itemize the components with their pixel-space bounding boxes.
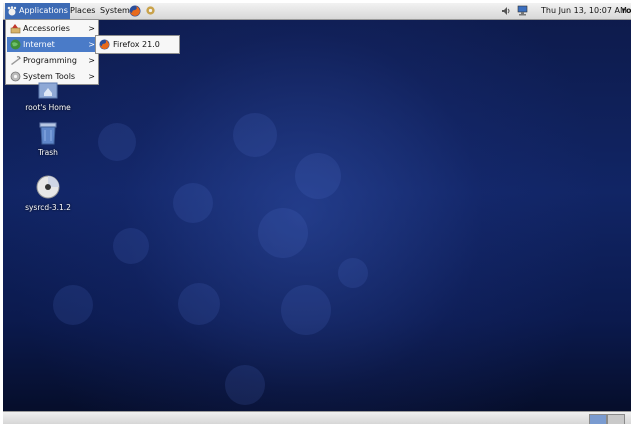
submenu-item-firefox[interactable]: Firefox 21.0 (96, 36, 179, 53)
menu-item-programming[interactable]: Programming > (7, 53, 97, 68)
background-bokeh (225, 365, 265, 405)
desktop-screen: Applications Places System Thu Jun 13, 1… (3, 3, 631, 424)
submenu-arrow-icon: > (88, 72, 95, 81)
background-bokeh (233, 113, 277, 157)
gnome-foot-icon (7, 6, 17, 16)
background-bokeh (178, 283, 220, 325)
clock[interactable]: Thu Jun 13, 10:07 AM (541, 3, 627, 19)
volume-icon[interactable] (501, 6, 511, 16)
submenu-arrow-icon: > (88, 56, 95, 65)
background-bokeh (173, 183, 213, 223)
submenu-arrow-icon: > (88, 40, 95, 49)
settings-icon[interactable] (145, 5, 156, 16)
background-bokeh (53, 285, 93, 325)
background-bokeh (338, 258, 368, 288)
desktop-icon-disc[interactable]: sysrcd-3.1.2 (13, 175, 83, 215)
background-bokeh (258, 208, 308, 258)
programming-icon (11, 56, 21, 65)
desktop-icon-label: Trash (38, 148, 58, 157)
user-menu[interactable]: root (622, 3, 631, 19)
trash-icon (39, 122, 57, 145)
menu-item-label: Accessories (23, 24, 70, 33)
workspace-2-button[interactable] (607, 414, 625, 424)
background-bokeh (98, 123, 136, 161)
network-icon[interactable] (517, 5, 528, 16)
desktop-icon-trash[interactable]: Trash (13, 121, 83, 157)
desktop-icon-label: sysrcd-3.1.2 (25, 203, 71, 212)
internet-icon (10, 39, 21, 50)
menu-item-internet[interactable]: Internet > (7, 37, 97, 52)
disc-icon (36, 175, 60, 199)
menu-item-accessories[interactable]: Accessories > (7, 21, 97, 36)
firefox-icon (99, 39, 110, 50)
applications-dropdown: Accessories > Internet > Programming > S… (5, 19, 99, 85)
submenu-arrow-icon: > (88, 24, 95, 33)
background-bokeh (281, 285, 331, 335)
workspace-1-button[interactable] (589, 414, 607, 424)
bottom-panel (3, 411, 631, 424)
applications-menu[interactable]: Applications (5, 3, 70, 19)
submenu-item-label: Firefox 21.0 (113, 40, 160, 49)
menu-item-label: Internet (23, 40, 55, 49)
background-bokeh (113, 228, 149, 264)
accessories-icon (10, 24, 21, 34)
system-menu[interactable]: System (98, 3, 132, 19)
background-bokeh (295, 153, 341, 199)
menu-item-label: Programming (23, 56, 77, 65)
places-menu[interactable]: Places (68, 3, 97, 19)
firefox-icon[interactable] (129, 5, 141, 17)
home-folder-icon (38, 82, 58, 99)
top-panel: Applications Places System Thu Jun 13, 1… (3, 3, 631, 20)
applications-menu-label: Applications (19, 6, 68, 15)
desktop-icon-label: root's Home (25, 103, 71, 112)
internet-submenu: Firefox 21.0 (95, 35, 180, 54)
desktop-icon-home[interactable]: root's Home (13, 81, 83, 117)
